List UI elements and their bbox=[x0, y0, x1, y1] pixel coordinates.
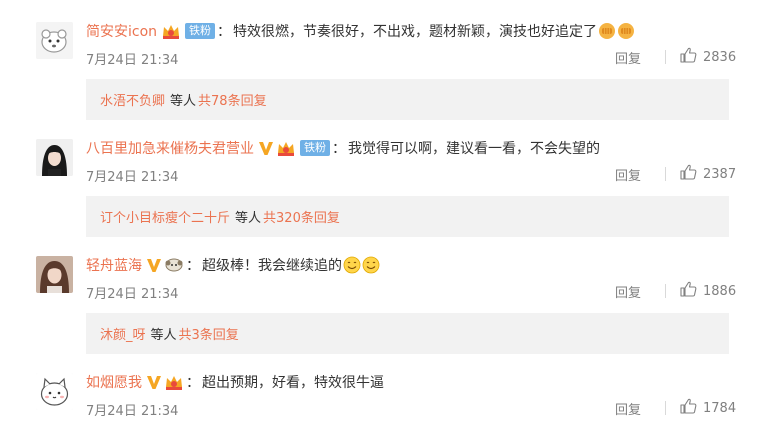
smile-emoji bbox=[343, 256, 361, 274]
comment-actions: 回复 1886 bbox=[615, 281, 736, 301]
like-button[interactable]: 1784 bbox=[680, 398, 736, 418]
comment-actions: 回复 2387 bbox=[615, 164, 736, 184]
like-thumb-icon bbox=[680, 164, 697, 184]
like-button[interactable]: 2836 bbox=[680, 47, 736, 67]
divider bbox=[665, 401, 667, 415]
colon: ： bbox=[217, 24, 232, 40]
like-button[interactable]: 1886 bbox=[680, 281, 736, 301]
like-thumb-icon bbox=[680, 281, 697, 301]
sub-replies-bar[interactable]: 订个小目标瘦个二十斤 等人 共320条回复 bbox=[86, 196, 729, 237]
comment-time: 7月24日 21:34 bbox=[86, 170, 179, 185]
sub-reply-connector: 等人 bbox=[235, 211, 262, 226]
comment-actions: 回复 1784 bbox=[615, 398, 736, 418]
colon: ： bbox=[186, 258, 200, 274]
like-count: 1784 bbox=[703, 400, 737, 416]
divider bbox=[665, 284, 667, 298]
comment-actions: 回复 2836 bbox=[615, 47, 736, 67]
colon: ： bbox=[332, 141, 346, 157]
comment-text: 超出预期，好看，特效很牛逼 bbox=[202, 375, 384, 391]
vip-crown-icon[interactable] bbox=[164, 373, 184, 391]
sub-replies-bar[interactable]: 沐颜_呀 等人 共3条回复 bbox=[86, 313, 729, 354]
fist-emoji bbox=[598, 22, 616, 40]
username-link[interactable]: 如烟愿我 bbox=[86, 372, 142, 392]
comment-header: 八百里加急来催杨夫君营业 铁粉 ： 我觉得可以啊，建议看一看，不会失望的 bbox=[86, 137, 600, 159]
like-button[interactable]: 2387 bbox=[680, 164, 736, 184]
comment-text: 超级棒！我会继续追的 bbox=[202, 258, 342, 274]
sub-reply-count-link[interactable]: 共3条回复 bbox=[179, 324, 239, 343]
sub-reply-user-link[interactable]: 订个小目标瘦个二十斤 bbox=[100, 207, 230, 226]
sub-reply-count-link[interactable]: 共320条回复 bbox=[263, 207, 340, 226]
comment-header: 简安安icon 铁粉 ： 特效很燃，节奏很好，不出戏，题材新颖，演技也好追定了 bbox=[86, 20, 635, 42]
comment-header: 轻舟蓝海 ： 超级棒！我会继续追的 bbox=[86, 254, 380, 276]
vip-crown-icon[interactable] bbox=[276, 139, 296, 157]
username-link[interactable]: 轻舟蓝海 bbox=[86, 255, 142, 275]
smile-emoji bbox=[362, 256, 380, 274]
avatar[interactable] bbox=[36, 373, 73, 410]
avatar[interactable] bbox=[36, 139, 73, 176]
sub-reply-user-link[interactable]: 沐颜_呀 bbox=[100, 324, 146, 343]
reply-button[interactable]: 回复 bbox=[615, 48, 641, 67]
reply-button[interactable]: 回复 bbox=[615, 282, 641, 301]
reply-button[interactable]: 回复 bbox=[615, 399, 641, 418]
like-thumb-icon bbox=[680, 47, 697, 67]
colon: ： bbox=[186, 375, 200, 391]
comment-text: 特效很燃，节奏很好，不出戏，题材新颖，演技也好追定了 bbox=[233, 24, 598, 40]
comment-time: 7月24日 21:34 bbox=[86, 287, 179, 302]
vip-crown-icon[interactable] bbox=[161, 22, 181, 40]
username-link[interactable]: 简安安icon bbox=[86, 21, 157, 41]
verified-v-icon[interactable] bbox=[258, 140, 274, 156]
like-count: 2387 bbox=[703, 166, 737, 182]
avatar[interactable] bbox=[36, 22, 73, 59]
divider bbox=[665, 167, 667, 181]
comment-time: 7月24日 21:34 bbox=[86, 53, 179, 68]
reply-button[interactable]: 回复 bbox=[615, 165, 641, 184]
sub-reply-user-link[interactable]: 水浯不负卿 bbox=[100, 90, 165, 109]
sub-reply-connector: 等人 bbox=[150, 328, 177, 343]
like-count: 1886 bbox=[703, 283, 737, 299]
sub-reply-count-link[interactable]: 共78条回复 bbox=[198, 90, 267, 109]
like-thumb-icon bbox=[680, 398, 697, 418]
like-count: 2836 bbox=[703, 49, 737, 65]
comment-header: 如烟愿我 ： 超出预期，好看，特效很牛逼 bbox=[86, 371, 384, 393]
verified-v-icon[interactable] bbox=[146, 374, 162, 390]
fan-badge[interactable]: 铁粉 bbox=[185, 23, 216, 39]
sub-reply-connector: 等人 bbox=[170, 94, 197, 109]
fist-emoji bbox=[617, 22, 635, 40]
sub-replies-bar[interactable]: 水浯不负卿 等人 共78条回复 bbox=[86, 79, 729, 120]
divider bbox=[665, 50, 667, 64]
sheep-badge-icon[interactable] bbox=[164, 256, 184, 274]
avatar[interactable] bbox=[36, 256, 73, 293]
fan-badge[interactable]: 铁粉 bbox=[300, 140, 330, 156]
verified-v-icon[interactable] bbox=[146, 257, 162, 273]
comment-time: 7月24日 21:34 bbox=[86, 404, 179, 419]
comment-text: 我觉得可以啊，建议看一看，不会失望的 bbox=[348, 141, 600, 157]
username-link[interactable]: 八百里加急来催杨夫君营业 bbox=[86, 138, 254, 158]
